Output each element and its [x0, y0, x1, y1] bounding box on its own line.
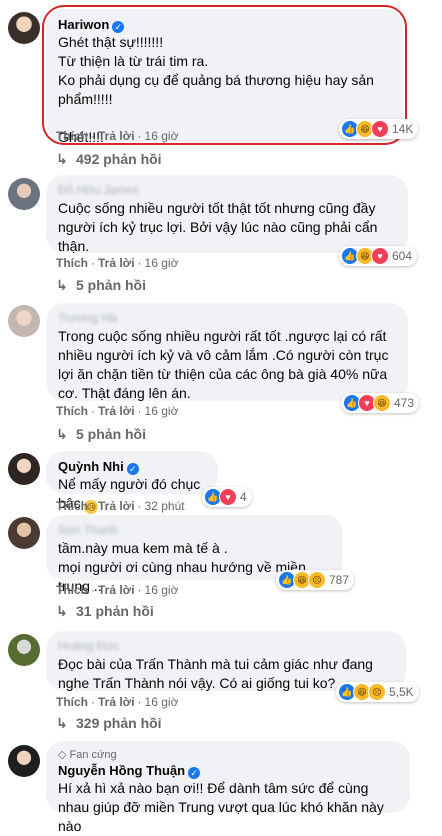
comment-actions: Thích · Trả lời · 16 giờ — [56, 583, 179, 597]
reply-arrow-icon: ↳ — [56, 277, 68, 293]
reactions-count: 473 — [394, 396, 415, 410]
verified-badge-icon: ✓ — [188, 767, 201, 779]
sad-reaction-icon: ☹ — [368, 683, 386, 701]
like-link[interactable]: Thích — [56, 404, 88, 418]
reply-link[interactable]: Trả lời — [98, 256, 135, 270]
comment-actions: Thích · Trả lời · 16 giờ — [56, 404, 179, 418]
reply-link[interactable]: Trả lời — [98, 695, 135, 709]
reply-arrow-icon: ↳ — [56, 715, 68, 731]
like-link[interactable]: Thích — [56, 499, 88, 513]
reactions-summary[interactable]: 👍 😆 ☹ 5,5K — [336, 682, 419, 702]
reactions-count: 4 — [240, 490, 247, 504]
love-reaction-icon: ♥ — [371, 247, 389, 265]
reactions-count: 604 — [392, 249, 413, 263]
avatar[interactable] — [8, 305, 40, 337]
comment-actions: Thích · Trả lời · 32 phút — [56, 499, 185, 513]
avatar[interactable] — [8, 745, 40, 777]
sad-reaction-icon: ☹ — [308, 571, 326, 589]
comment-bubble: Quỳnh Nhi ✓ Nể mấy người đó chục bậc ☹ — [46, 451, 218, 514]
fan-badge: ◇ Fan cứng — [58, 749, 117, 761]
like-link[interactable]: Thích — [56, 583, 88, 597]
timestamp[interactable]: 32 phút — [145, 499, 185, 513]
timestamp[interactable]: 16 giờ — [145, 404, 179, 418]
reactions-summary[interactable]: 👍 ♥ 4 — [202, 487, 252, 507]
reactions-summary[interactable]: 👍 😆 ☹ 787 — [276, 570, 355, 590]
reactions-count: 5,5K — [389, 685, 414, 699]
comment-actions: Thích · Trả lời · 16 giờ — [56, 695, 179, 709]
reply-link[interactable]: Trả lời — [98, 404, 135, 418]
comment-actions: Thích · Trả lời · 16 giờ — [56, 129, 179, 143]
reactions-summary[interactable]: 👍 😆 ♥ 14K — [339, 119, 419, 139]
reply-arrow-icon: ↳ — [56, 426, 68, 442]
commenter-name[interactable]: Hariwon ✓ — [58, 16, 391, 33]
diamond-icon: ◇ — [58, 749, 67, 761]
reply-link[interactable]: Trả lời — [98, 499, 135, 513]
commenter-name[interactable]: Quỳnh Nhi ✓ — [58, 458, 206, 475]
comment-bubble: ◇ Fan cứng Nguyễn Hồng Thuận ✓ Hí xả hì x… — [46, 741, 410, 834]
comment-text: Trong cuộc sống nhiều người rất tốt .ngư… — [58, 328, 389, 401]
commenter-name[interactable]: Trương Hà — [58, 310, 396, 327]
view-replies-link[interactable]: ↳ 492 phản hồi — [56, 150, 162, 168]
view-replies-link[interactable]: ↳ 329 phản hồi — [56, 714, 162, 732]
avatar[interactable] — [8, 634, 40, 666]
reply-link[interactable]: Trả lời — [98, 129, 135, 143]
reactions-summary[interactable]: 👍 😆 ♥ 604 — [339, 246, 418, 266]
like-link[interactable]: Thích — [56, 129, 88, 143]
avatar[interactable] — [8, 178, 40, 210]
commenter-name[interactable]: Nguyễn Hồng Thuận ✓ — [58, 762, 398, 779]
haha-reaction-icon: 😆 — [373, 394, 391, 412]
timestamp[interactable]: 16 giờ — [145, 695, 179, 709]
reactions-summary[interactable]: 👍 ♥ 😆 473 — [341, 393, 420, 413]
commenter-name[interactable]: Sơn Thanh — [58, 522, 331, 539]
reactions-count: 787 — [329, 573, 350, 587]
comment-bubble: Đỗ Hữu James Cuộc sống nhiều người tốt t… — [46, 175, 408, 254]
like-link[interactable]: Thích — [56, 256, 88, 270]
love-reaction-icon: ♥ — [371, 120, 389, 138]
view-replies-link[interactable]: ↳ 5 phản hồi — [56, 276, 146, 294]
commenter-name[interactable]: Hoàng Đức — [58, 638, 394, 655]
like-link[interactable]: Thích — [56, 695, 88, 709]
commenter-name[interactable]: Đỗ Hữu James — [58, 182, 396, 199]
avatar[interactable] — [8, 12, 40, 44]
love-reaction-icon: ♥ — [219, 488, 237, 506]
avatar[interactable] — [8, 453, 40, 485]
reply-arrow-icon: ↳ — [56, 151, 68, 167]
verified-badge-icon: ✓ — [126, 463, 139, 475]
timestamp[interactable]: 16 giờ — [145, 256, 179, 270]
comment-bubble: Trương Hà Trong cuộc sống nhiều người rấ… — [46, 303, 408, 401]
timestamp[interactable]: 16 giờ — [145, 129, 179, 143]
verified-badge-icon: ✓ — [112, 21, 125, 33]
reply-arrow-icon: ↳ — [56, 603, 68, 619]
reactions-count: 14K — [392, 122, 414, 136]
timestamp[interactable]: 16 giờ — [145, 583, 179, 597]
reply-link[interactable]: Trả lời — [98, 583, 135, 597]
view-replies-link[interactable]: ↳ 5 phản hồi — [56, 425, 146, 443]
avatar[interactable] — [8, 517, 40, 549]
comment-actions: Thích · Trả lời · 16 giờ — [56, 256, 179, 270]
comment-text: Hí xả hì xả nào bạn ơi!! Để dành tâm sức… — [58, 780, 384, 834]
view-replies-link[interactable]: ↳ 31 phản hồi — [56, 602, 154, 620]
